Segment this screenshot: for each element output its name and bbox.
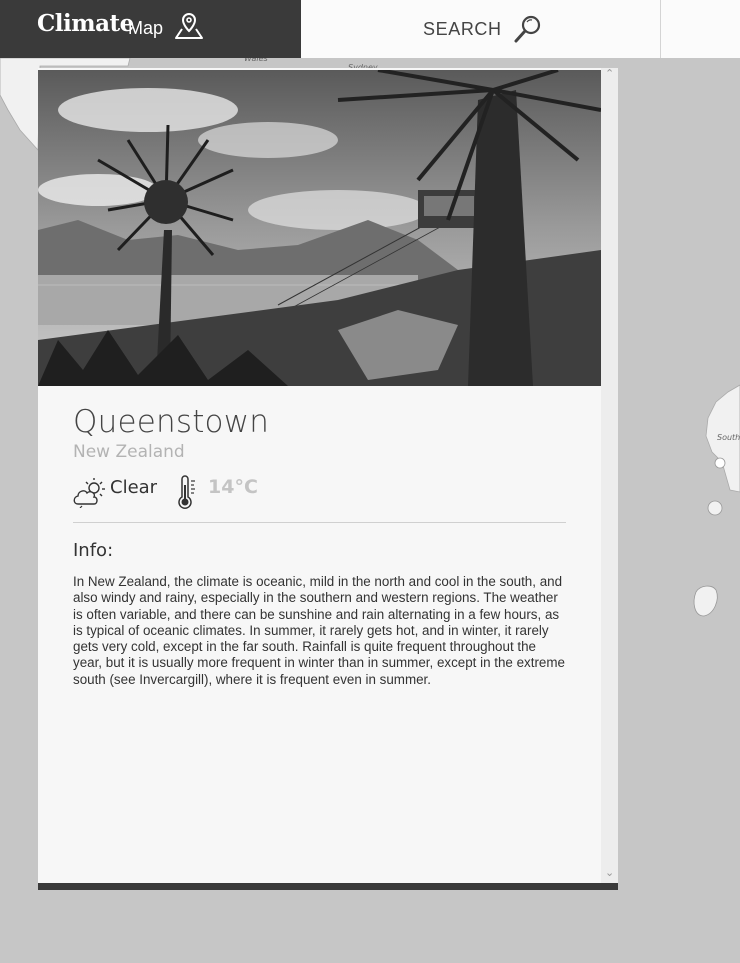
map-pin-icon xyxy=(175,12,203,39)
city-name: Queenstown xyxy=(73,404,270,440)
temperature-value: 14°C xyxy=(208,476,258,498)
top-bar: Climate Map SEARCH xyxy=(0,0,740,58)
search-bar[interactable]: SEARCH xyxy=(301,0,661,58)
scroll-up-icon[interactable]: ⌃ xyxy=(605,68,614,80)
thermometer-icon xyxy=(178,475,195,509)
country-name: New Zealand xyxy=(73,442,185,462)
section-divider xyxy=(73,522,566,523)
brand-logo[interactable]: Climate Map xyxy=(0,0,301,58)
brand-name-light: Map xyxy=(128,18,164,38)
weather-condition: Clear xyxy=(110,477,158,498)
header-blank-area xyxy=(661,0,740,58)
map-label-south: South xyxy=(717,433,740,442)
location-marker xyxy=(714,457,726,469)
city-photo xyxy=(38,70,601,386)
panel-bottom-bar xyxy=(38,883,618,890)
search-label: SEARCH xyxy=(423,19,502,39)
info-heading: Info: xyxy=(73,540,114,561)
brand-name-strong: Climate xyxy=(37,10,134,37)
island-stewart xyxy=(693,585,718,617)
panel-scrollbar[interactable]: ⌃ ⌄ xyxy=(601,68,618,883)
climate-description: In New Zealand, the climate is oceanic, … xyxy=(73,574,565,687)
scroll-down-icon[interactable]: ⌄ xyxy=(605,866,614,879)
magnifier-icon[interactable] xyxy=(513,14,543,44)
partly-cloudy-icon xyxy=(73,478,105,508)
island-small xyxy=(707,500,723,516)
place-info-panel: ⌃ ⌄ Queenstown New Zealand Clear 14°C In… xyxy=(38,68,618,883)
